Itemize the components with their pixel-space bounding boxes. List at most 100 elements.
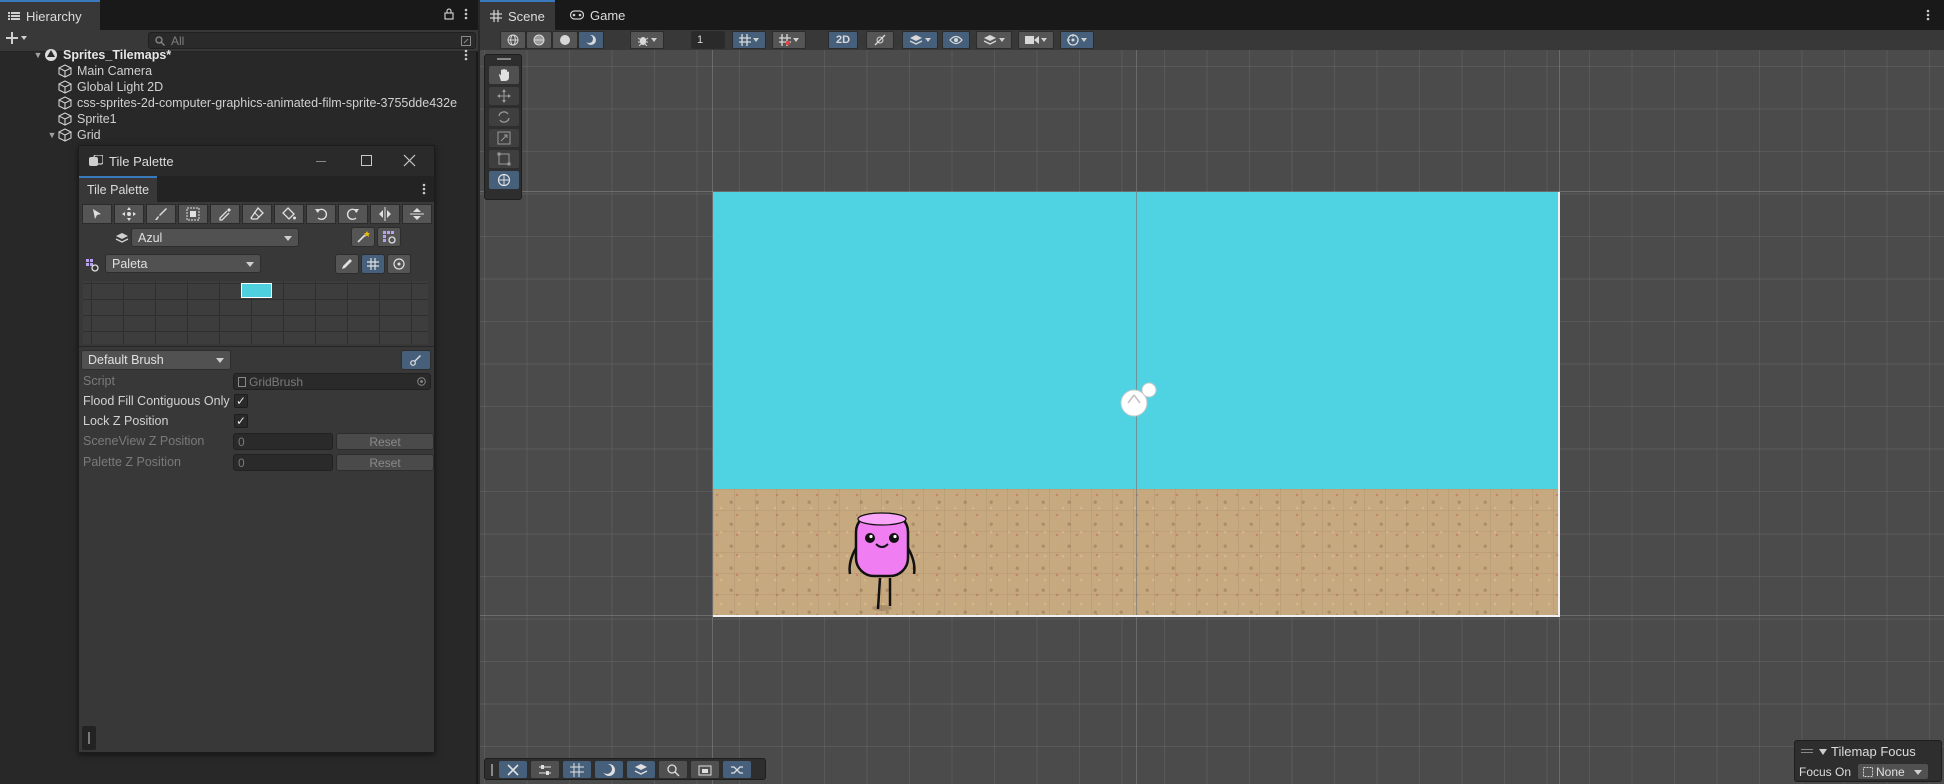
layers-overlay-button[interactable] [627,761,655,778]
tree-item-grid[interactable]: ▼ Grid [0,127,478,143]
tile-palette-tab[interactable]: Tile Palette [79,176,157,202]
tile-palette-titlebar[interactable]: Tile Palette [79,146,434,176]
palette-z-reset-button[interactable]: Reset [336,454,434,471]
scene-visibility-button[interactable] [942,31,970,49]
palette-grid[interactable] [83,281,428,344]
debug-draw-mode-button[interactable] [630,31,664,49]
sprite1-character[interactable] [844,510,920,614]
scene-tabbar: Scene Game [480,0,1944,30]
shaded-button[interactable] [552,31,578,49]
picker-tool-button[interactable] [210,204,240,224]
transform-tool-button[interactable] [489,171,519,189]
palette-dropdown[interactable]: Paleta [105,254,261,273]
light-2d-gizmo-icon[interactable] [1118,381,1158,421]
tree-item-label: Global Light 2D [77,80,164,94]
tools-overlay-button[interactable] [499,761,527,778]
tree-item-css-sprites[interactable]: css-sprites-2d-computer-graphics-animate… [0,95,478,111]
scene-camera-button[interactable] [1018,31,1054,49]
layers-icon [634,763,648,775]
sceneview-z-field[interactable]: 0 [233,433,333,450]
brush-settings-icon [410,355,421,366]
kebab-menu-icon[interactable] [1926,9,1930,21]
brush-dropdown[interactable]: Default Brush [81,350,231,370]
paint-tool-button[interactable] [146,204,176,224]
palette-settings-button[interactable] [377,227,401,247]
rotate-tool-button[interactable] [489,108,519,126]
kebab-menu-icon[interactable] [422,183,426,195]
shuffle-overlay-button[interactable] [723,761,751,778]
grid-size-input[interactable]: 1 [691,31,725,49]
move-tool-button[interactable] [114,204,144,224]
brush-settings-button[interactable] [401,350,431,370]
focus-on-dropdown[interactable]: None [1857,763,1929,780]
scene-viewport[interactable]: Tilemap Focus Focus On None [480,50,1944,784]
flood-fill-checkbox[interactable]: ✓ [234,394,248,408]
tab-label: Scene [508,8,545,24]
gizmos-button[interactable] [387,254,411,274]
lock-z-checkbox[interactable]: ✓ [234,414,248,428]
script-field[interactable]: GridBrush [233,373,431,390]
shaded-wire-button[interactable] [526,31,552,49]
tree-item-global-light[interactable]: Global Light 2D [0,79,478,95]
flood-fill-label: Flood Fill Contiguous Only [83,394,230,408]
tab-game[interactable]: Game [560,0,635,30]
grid-snapping-button[interactable] [772,31,806,49]
tree-item-scene[interactable]: ▼ Sprites_Tilemaps* [0,47,478,63]
brush-icon [155,208,167,220]
overlay-drag-handle[interactable] [1801,749,1813,753]
search-overlay-button[interactable] [659,761,687,778]
reset-label: Reset [369,455,401,470]
tool-settings-button[interactable] [531,761,559,778]
layers-visibility-button[interactable] [902,31,938,49]
tab-scene[interactable]: Scene [480,0,555,30]
tree-item-main-camera[interactable]: Main Camera [0,63,478,79]
rotate-ccw-button[interactable] [306,204,336,224]
hand-tool-button[interactable] [489,66,519,84]
grid-visibility-button[interactable] [732,31,766,49]
palette-tile-azul[interactable] [241,283,272,298]
flip-y-button[interactable] [402,204,432,224]
scene-bottom-toolbar [484,758,766,780]
rect-tool-button[interactable] [489,150,519,168]
rotate-cw-button[interactable] [338,204,368,224]
eraser-tool-button[interactable] [242,204,272,224]
layers-menu-button[interactable] [976,31,1012,49]
overlay-drag-handle[interactable] [497,58,511,60]
palette-z-field[interactable]: 0 [233,454,333,471]
grid-snap-overlay-button[interactable] [563,761,591,778]
flip-x-button[interactable] [370,204,400,224]
tilemap-focus-button[interactable] [351,227,375,247]
camera-overlay-button[interactable] [691,761,719,778]
sceneview-z-reset-button[interactable]: Reset [336,433,434,450]
script-value: GridBrush [249,374,304,389]
hierarchy-tab[interactable]: Hierarchy [0,0,100,30]
active-tilemap-dropdown[interactable]: Azul [131,228,299,247]
resize-handle[interactable] [82,726,96,750]
box-fill-tool-button[interactable] [178,204,208,224]
toggle-grid-button[interactable] [361,254,385,274]
mode-2d-toggle[interactable]: 2D [828,31,858,49]
fold-open-icon[interactable]: ▼ [46,130,58,140]
close-icon[interactable] [403,154,416,167]
fold-open-icon[interactable]: ▼ [32,50,44,60]
add-object-button[interactable] [6,32,27,44]
move-tool-button[interactable] [489,87,519,105]
edit-palette-button[interactable] [335,254,359,274]
lighting-button[interactable] [578,31,604,49]
tree-item-label: Grid [77,128,101,142]
maximize-icon[interactable] [361,155,372,166]
fill-tool-button[interactable] [274,204,304,224]
lighting-overlay-button[interactable] [595,761,623,778]
collapse-arrow-icon[interactable] [1819,749,1827,755]
minimize-icon[interactable] [316,161,326,162]
scale-tool-button[interactable] [489,129,519,147]
gizmos-menu-button[interactable] [1060,31,1094,49]
lock-icon[interactable] [444,8,454,20]
tree-item-sprite1[interactable]: Sprite1 [0,111,478,127]
grip-icon[interactable] [491,764,493,776]
kebab-menu-icon[interactable] [464,8,468,20]
paint-bucket-icon [282,207,296,220]
global-view-button[interactable] [500,31,526,49]
select-tool-button[interactable] [82,204,112,224]
lighting-toggle-button[interactable] [866,31,894,49]
